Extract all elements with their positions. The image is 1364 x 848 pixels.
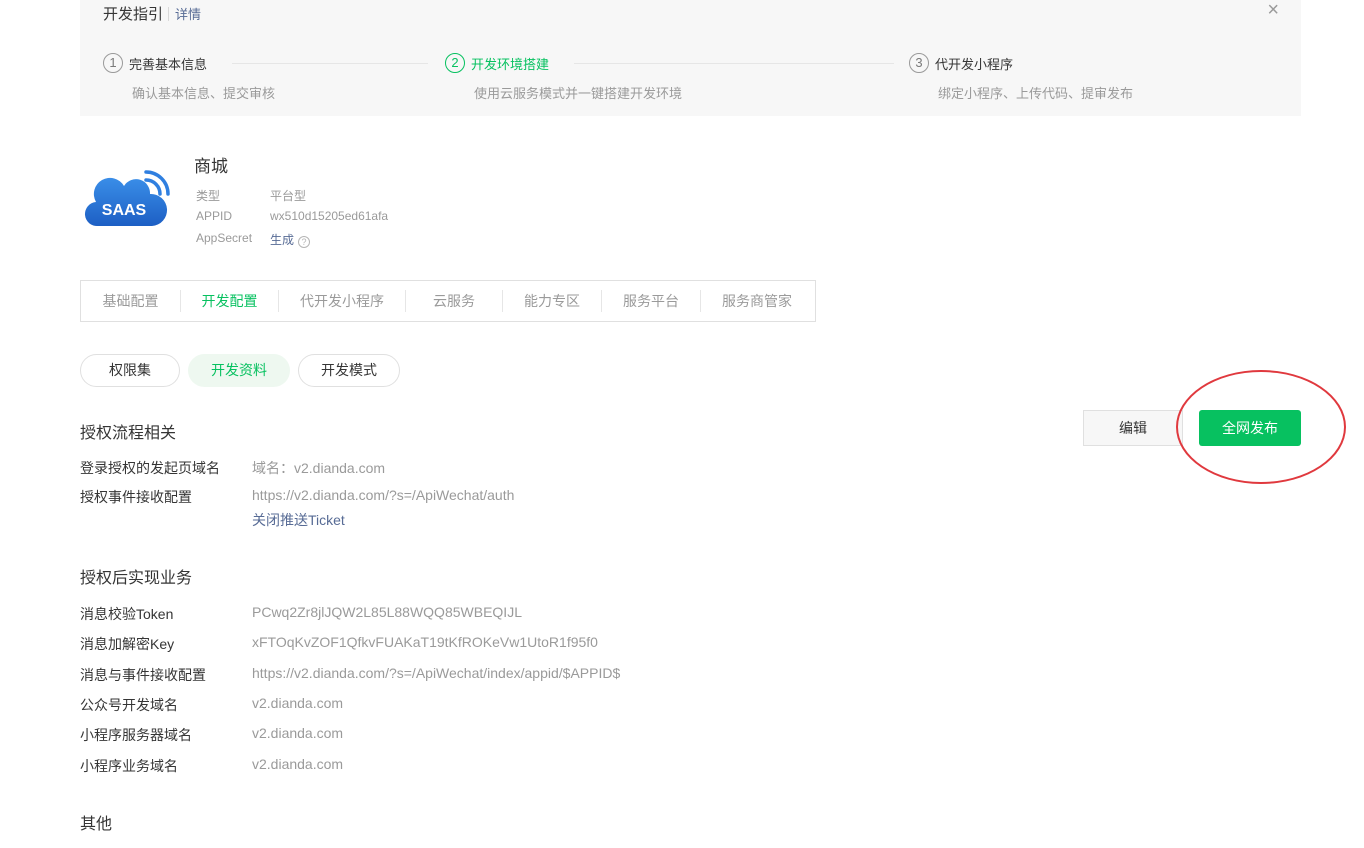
row-value: xFTOqKvZOF1QfkvFUAKaT19tKfROKeVw1UtoR1f9…: [252, 634, 598, 650]
step-connector: [574, 63, 894, 64]
tab-cloud-service[interactable]: 云服务: [406, 290, 503, 312]
step-number: 3: [909, 53, 929, 73]
guide-step-2: 2 开发环境搭建 使用云服务模式并一键搭建开发环境: [445, 53, 682, 101]
row-value: https://v2.dianda.com/?s=/ApiWechat/inde…: [252, 665, 621, 681]
tab-dev-miniprogram[interactable]: 代开发小程序: [279, 290, 406, 312]
row-label: 小程序服务器域名: [80, 727, 192, 743]
row-label: 消息与事件接收配置: [80, 667, 206, 683]
row-value: v2.dianda.com: [252, 695, 344, 711]
step-connector: [232, 63, 428, 64]
main-tabs: 基础配置 开发配置 代开发小程序 云服务 能力专区 服务平台 服务商管家: [80, 280, 816, 322]
generate-secret-link[interactable]: 生成?: [270, 231, 311, 248]
guide-step-1: 1 完善基本信息 确认基本信息、提交审核: [103, 53, 275, 101]
tab-basic-config[interactable]: 基础配置: [81, 290, 181, 312]
pill-dev-mode[interactable]: 开发模式: [298, 354, 400, 387]
step-description: 使用云服务模式并一键搭建开发环境: [474, 86, 683, 101]
section-title-other: 其他: [80, 816, 113, 833]
help-icon[interactable]: ?: [298, 236, 311, 248]
step-label: 完善基本信息: [129, 56, 208, 72]
row-label: 公众号开发域名: [80, 697, 178, 713]
step-description: 确认基本信息、提交审核: [132, 86, 276, 101]
divider: [168, 7, 170, 21]
row-value: PCwq2Zr8jlJQW2L85L88WQQ85WBEQIJL: [252, 604, 522, 620]
row-value: v2.dianda.com: [252, 725, 344, 741]
info-label: 类型: [196, 189, 221, 203]
step-number: 1: [103, 53, 123, 73]
section-title-auth: 授权流程相关: [80, 425, 177, 442]
dev-guide-panel: 开发指引 详情 × 1 完善基本信息 确认基本信息、提交审核 2 开发环境搭建 使用云…: [80, 0, 1301, 116]
tab-capability-zone[interactable]: 能力专区: [503, 290, 602, 312]
row-value: 域名：v2.dianda.com: [252, 460, 386, 476]
info-label: APPID: [196, 209, 233, 223]
row-value: https://v2.dianda.com/?s=/ApiWechat/auth: [252, 487, 515, 503]
row-label: 授权事件接收配置: [80, 489, 192, 505]
row-value: v2.dianda.com: [252, 756, 344, 772]
guide-title-text: 开发指引: [103, 6, 164, 23]
guide-title: 开发指引 详情: [103, 3, 201, 24]
step-description: 绑定小程序、上传代码、提审发布: [938, 86, 1134, 101]
info-value: 平台型: [270, 189, 307, 203]
annotation-circle: [1176, 370, 1346, 484]
guide-detail-link[interactable]: 详情: [175, 7, 201, 22]
tab-dev-config[interactable]: 开发配置: [181, 290, 279, 312]
row-label: 消息校验Token: [80, 606, 174, 622]
row-label: 消息加解密Key: [80, 636, 175, 652]
step-label: 代开发小程序: [935, 56, 1014, 72]
info-value: wx510d15205ed61afa: [270, 209, 389, 223]
close-icon[interactable]: ×: [1267, 0, 1279, 20]
pill-dev-info[interactable]: 开发资料: [188, 354, 290, 387]
info-label: AppSecret: [196, 231, 253, 245]
app-logo-saas-cloud-icon: SAAS: [84, 170, 170, 227]
tab-service-steward[interactable]: 服务商管家: [701, 290, 813, 312]
row-label: 小程序业务域名: [80, 758, 178, 774]
pill-permission-set[interactable]: 权限集: [80, 354, 180, 387]
app-name: 商城: [194, 157, 228, 176]
guide-step-3: 3 代开发小程序 绑定小程序、上传代码、提审发布: [909, 53, 1133, 101]
tab-service-platform[interactable]: 服务平台: [602, 290, 701, 312]
logo-text: SAAS: [102, 202, 147, 219]
section-title-business: 授权后实现业务: [80, 570, 193, 587]
step-label: 开发环境搭建: [471, 56, 550, 72]
generate-secret-text[interactable]: 生成: [270, 233, 294, 247]
step-number: 2: [445, 53, 465, 73]
row-label: 登录授权的发起页域名: [80, 460, 220, 476]
close-ticket-link[interactable]: 关闭推送Ticket: [252, 510, 345, 530]
edit-button[interactable]: 编辑: [1083, 410, 1183, 446]
